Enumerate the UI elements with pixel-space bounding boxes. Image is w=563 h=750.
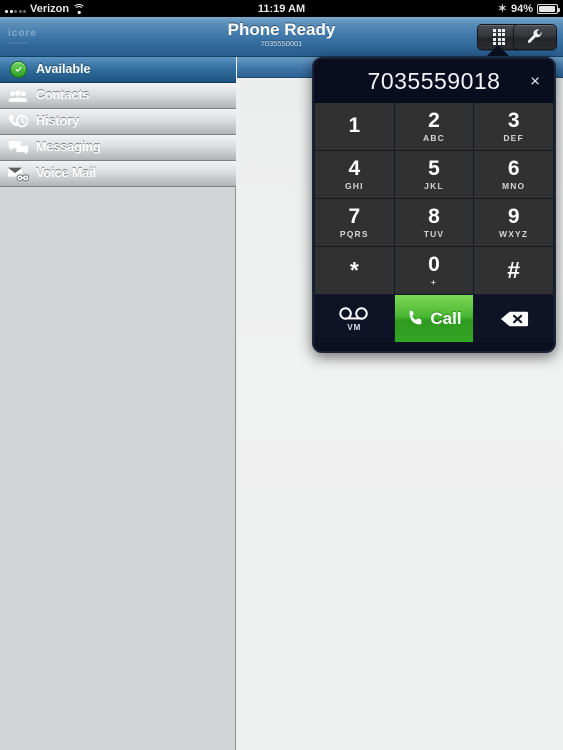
- navigation-bar: icore networks Phone Ready 7035550001: [0, 17, 563, 57]
- dialpad-keys: 1 2 ABC 3 DEF 4 GHI 5 JKL 6 MNO 7 PQRS 8…: [314, 103, 554, 294]
- battery-percent: 94%: [510, 2, 533, 15]
- key-letters: PQRS: [339, 229, 369, 239]
- sidebar-item-label: History: [36, 114, 80, 129]
- dialpad-key-9[interactable]: 9 WXYZ: [474, 199, 553, 246]
- key-digit: 4: [348, 157, 361, 180]
- popover-arrow: [487, 45, 509, 56]
- voicemail-button[interactable]: VM: [315, 295, 394, 342]
- sidebar-item-messaging[interactable]: Messaging: [0, 135, 236, 161]
- voicemail-label: VM: [347, 322, 362, 332]
- sidebar-item-available[interactable]: Available: [0, 57, 236, 83]
- sidebar-list: Available Contacts History Messaging Voi…: [0, 57, 236, 187]
- dialpad-key-5[interactable]: 5 JKL: [394, 151, 474, 198]
- call-label: Call: [430, 308, 462, 328]
- messaging-icon: [7, 139, 29, 157]
- dialpad-key-8[interactable]: 8 TUV: [394, 199, 474, 246]
- key-letters: GHI: [344, 181, 364, 191]
- key-digit: *: [349, 257, 359, 283]
- status-bar-center: 11:19 AM: [0, 0, 563, 17]
- dialpad-key-7[interactable]: 7 PQRS: [315, 199, 394, 246]
- dialpad-key-2[interactable]: 2 ABC: [394, 103, 474, 150]
- backspace-icon: [500, 311, 528, 326]
- key-letters: +: [430, 277, 438, 287]
- history-icon: [7, 113, 29, 131]
- sidebar-item-label: Messaging: [36, 140, 101, 155]
- key-digit: 7: [348, 205, 361, 228]
- call-button[interactable]: Call: [394, 295, 474, 342]
- contacts-icon: [7, 87, 29, 105]
- key-digit: 2: [428, 109, 440, 132]
- dialpad-key-0[interactable]: 0 +: [394, 247, 474, 294]
- key-digit: #: [507, 257, 521, 283]
- key-letters: JKL: [424, 181, 444, 191]
- dialpad-key-4[interactable]: 4 GHI: [315, 151, 394, 198]
- key-digit: 6: [507, 157, 520, 180]
- check-circle-icon: [7, 61, 29, 79]
- dialpad-key-6[interactable]: 6 MNO: [474, 151, 553, 198]
- app-root: Verizon 11:19 AM ✶ 94% icore networks Ph…: [0, 0, 563, 750]
- key-letters: MNO: [501, 181, 526, 191]
- wrench-icon: [527, 29, 542, 43]
- settings-button[interactable]: [513, 24, 557, 50]
- bluetooth-icon: ✶: [497, 3, 507, 15]
- key-digit: 9: [507, 205, 520, 228]
- sidebar-item-voice-mail[interactable]: Voice Mail: [0, 161, 236, 187]
- key-digit: 1: [348, 114, 361, 137]
- key-digit: 3: [507, 109, 520, 132]
- voicemail-icon: [339, 306, 369, 320]
- battery-icon: [537, 3, 560, 14]
- dialpad-key-1[interactable]: 1: [315, 103, 394, 150]
- key-letters: DEF: [503, 133, 524, 143]
- sidebar-item-label: Available: [36, 62, 91, 77]
- key-letters: ABC: [422, 133, 445, 143]
- phone-handset-icon: [409, 310, 422, 325]
- key-digit: 0: [428, 253, 440, 276]
- sidebar: Available Contacts History Messaging Voi…: [0, 57, 236, 750]
- dialpad-number-display[interactable]: 7035559018 ×: [314, 59, 554, 103]
- dialpad-popover: 7035559018 × 1 2 ABC 3 DEF 4 GHI 5 JKL 6…: [312, 57, 556, 353]
- sidebar-item-history[interactable]: History: [0, 109, 236, 135]
- close-icon[interactable]: ×: [530, 73, 540, 90]
- sidebar-item-label: Voice Mail: [36, 166, 97, 181]
- key-digit: 5: [428, 157, 440, 180]
- sidebar-item-contacts[interactable]: Contacts: [0, 83, 236, 109]
- dialed-number: 7035559018: [367, 67, 501, 94]
- dialpad-icon: [493, 28, 505, 46]
- status-bar-right: ✶ 94%: [497, 0, 560, 17]
- dialpad-key-star[interactable]: *: [315, 247, 394, 294]
- sidebar-item-label: Contacts: [36, 88, 90, 103]
- status-bar: Verizon 11:19 AM ✶ 94%: [0, 0, 563, 17]
- backspace-button[interactable]: [474, 295, 553, 342]
- clock: 11:19 AM: [257, 2, 306, 15]
- dialpad-key-3[interactable]: 3 DEF: [474, 103, 553, 150]
- dialpad-actions: VM Call: [314, 294, 554, 342]
- voicemail-envelope-icon: [7, 165, 29, 183]
- dialpad-key-pound[interactable]: #: [474, 247, 553, 294]
- key-letters: WXYZ: [498, 229, 529, 239]
- key-digit: 8: [428, 205, 440, 228]
- key-letters: TUV: [423, 229, 445, 239]
